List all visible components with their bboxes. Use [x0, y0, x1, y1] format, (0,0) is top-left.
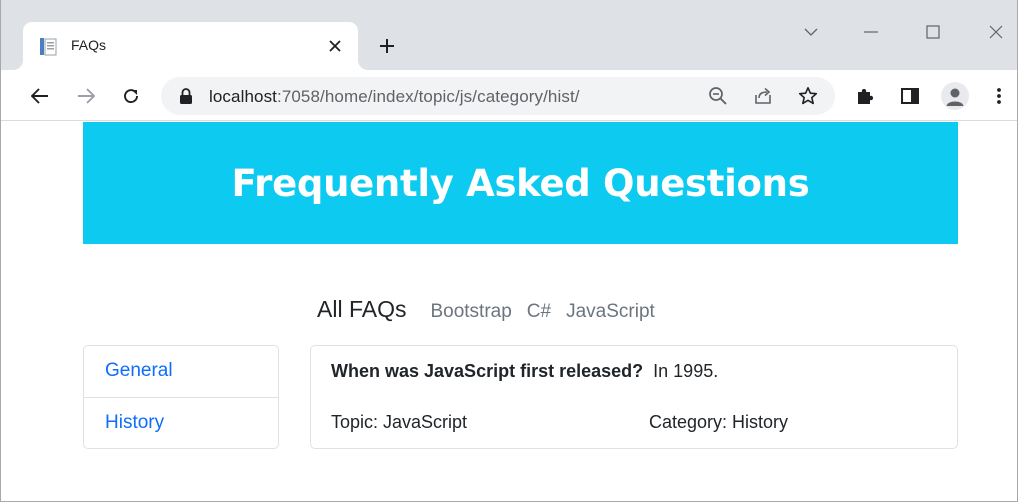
kebab-menu-icon[interactable]: [985, 82, 1013, 110]
page-header-banner: Frequently Asked Questions: [83, 122, 958, 244]
category-list: General History: [83, 345, 279, 449]
arrow-right-icon[interactable]: [72, 82, 100, 110]
category-general[interactable]: General: [84, 346, 278, 397]
star-icon[interactable]: [796, 84, 820, 108]
topic-csharp[interactable]: C#: [527, 301, 551, 323]
lock-icon[interactable]: [179, 88, 193, 104]
zoom-out-icon[interactable]: [706, 84, 730, 108]
side-panel-icon[interactable]: [896, 82, 924, 110]
faq-topic: Topic: JavaScript: [331, 412, 468, 432]
faq-question: When was JavaScript first released?: [331, 361, 644, 381]
faq-answer: In 1995.: [653, 361, 719, 381]
category-history[interactable]: History: [84, 397, 278, 448]
topic-all-faqs[interactable]: All FAQs: [317, 296, 406, 323]
page-title: Frequently Asked Questions: [231, 161, 810, 205]
close-icon[interactable]: [323, 34, 347, 58]
browser-window: FAQs localhost:7058/home/index/topic/js/…: [0, 0, 1018, 502]
url-host: localhost: [209, 87, 277, 106]
browser-titlebar: FAQs: [1, 0, 1017, 70]
plus-icon[interactable]: [373, 32, 401, 60]
close-window-icon[interactable]: [976, 14, 1016, 50]
faq-card: When was JavaScript first released? In 1…: [310, 345, 958, 449]
url-path: :7058/home/index/topic/js/category/hist/: [277, 87, 580, 106]
puzzle-icon[interactable]: [851, 82, 879, 110]
faq-category: Category: History: [649, 412, 789, 432]
maximize-icon[interactable]: [913, 14, 953, 50]
browser-tab[interactable]: FAQs: [23, 22, 358, 70]
arrow-left-icon[interactable]: [26, 82, 54, 110]
chevron-down-icon[interactable]: [791, 14, 831, 50]
topic-javascript[interactable]: JavaScript: [566, 301, 655, 323]
topic-bootstrap[interactable]: Bootstrap: [430, 301, 511, 323]
person-icon[interactable]: [941, 82, 969, 110]
reload-icon[interactable]: [117, 82, 145, 110]
topic-nav: All FAQs Bootstrap C# JavaScript: [317, 296, 670, 328]
url-text[interactable]: localhost:7058/home/index/topic/js/categ…: [209, 87, 580, 107]
faq-question-line: When was JavaScript first released? In 1…: [331, 361, 718, 382]
tab-title: FAQs: [71, 37, 107, 53]
address-bar[interactable]: localhost:7058/home/index/topic/js/categ…: [161, 77, 835, 115]
web-page: Frequently Asked Questions All FAQs Boot…: [1, 122, 1017, 501]
browser-toolbar: localhost:7058/home/index/topic/js/categ…: [1, 70, 1017, 121]
document-favicon-icon: [39, 37, 57, 56]
share-icon[interactable]: [751, 84, 775, 108]
minimize-icon[interactable]: [851, 14, 891, 50]
